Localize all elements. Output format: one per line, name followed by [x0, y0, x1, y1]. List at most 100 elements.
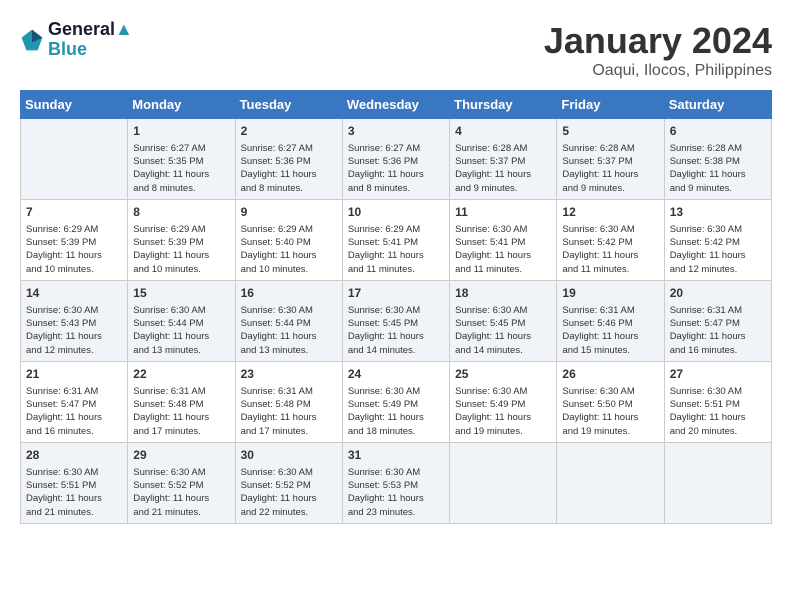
day-info: Sunrise: 6:30 AMSunset: 5:41 PMDaylight:… — [455, 223, 551, 276]
day-info: Sunrise: 6:30 AMSunset: 5:52 PMDaylight:… — [241, 466, 337, 519]
day-info: Sunrise: 6:27 AMSunset: 5:36 PMDaylight:… — [348, 142, 444, 195]
day-number: 2 — [241, 123, 337, 140]
calendar-cell: 18Sunrise: 6:30 AMSunset: 5:45 PMDayligh… — [450, 280, 557, 361]
day-info: Sunrise: 6:28 AMSunset: 5:37 PMDaylight:… — [562, 142, 658, 195]
day-number: 3 — [348, 123, 444, 140]
day-info: Sunrise: 6:29 AMSunset: 5:39 PMDaylight:… — [133, 223, 229, 276]
calendar-cell: 22Sunrise: 6:31 AMSunset: 5:48 PMDayligh… — [128, 361, 235, 442]
calendar-cell — [664, 442, 771, 523]
day-number: 20 — [670, 285, 766, 302]
day-number: 27 — [670, 366, 766, 383]
day-number: 30 — [241, 447, 337, 464]
day-info: Sunrise: 6:30 AMSunset: 5:51 PMDaylight:… — [670, 385, 766, 438]
column-header-saturday: Saturday — [664, 91, 771, 119]
day-number: 24 — [348, 366, 444, 383]
calendar-cell: 25 Sunrise: 6:30 AMSunset: 5:49 PMDayligh… — [450, 361, 557, 442]
calendar-cell: 15Sunrise: 6:30 AMSunset: 5:44 PMDayligh… — [128, 280, 235, 361]
day-info: Sunrise: 6:28 AMSunset: 5:37 PMDaylight:… — [455, 142, 551, 195]
calendar-cell: 7 Sunrise: 6:29 AMSunset: 5:39 PMDaylight… — [21, 199, 128, 280]
day-info: Sunrise: 6:30 AMSunset: 5:50 PMDaylight:… — [562, 385, 658, 438]
calendar-cell: 30 Sunrise: 6:30 AMSunset: 5:52 PMDayligh… — [235, 442, 342, 523]
column-header-wednesday: Wednesday — [342, 91, 449, 119]
day-number: 25 — [455, 366, 551, 383]
day-info: Sunrise: 6:31 AMSunset: 5:48 PMDaylight:… — [133, 385, 229, 438]
day-number: 18 — [455, 285, 551, 302]
day-info: Sunrise: 6:30 AMSunset: 5:49 PMDaylight:… — [455, 385, 551, 438]
calendar-cell: 11 Sunrise: 6:30 AMSunset: 5:41 PMDayligh… — [450, 199, 557, 280]
day-info: Sunrise: 6:30 AMSunset: 5:42 PMDaylight:… — [562, 223, 658, 276]
day-number: 4 — [455, 123, 551, 140]
calendar-cell: 13 Sunrise: 6:30 AMSunset: 5:42 PMDayligh… — [664, 199, 771, 280]
calendar-cell: 14 Sunrise: 6:30 AMSunset: 5:43 PMDayligh… — [21, 280, 128, 361]
calendar-table: SundayMondayTuesdayWednesdayThursdayFrid… — [20, 90, 772, 524]
day-number: 7 — [26, 204, 122, 221]
calendar-cell: 17Sunrise: 6:30 AMSunset: 5:45 PMDayligh… — [342, 280, 449, 361]
calendar-cell: 24 Sunrise: 6:30 AMSunset: 5:49 PMDayligh… — [342, 361, 449, 442]
day-info: Sunrise: 6:30 AMSunset: 5:45 PMDaylight:… — [348, 304, 444, 357]
day-number: 12 — [562, 204, 658, 221]
day-info: Sunrise: 6:30 AMSunset: 5:52 PMDaylight:… — [133, 466, 229, 519]
day-info: Sunrise: 6:30 AMSunset: 5:53 PMDaylight:… — [348, 466, 444, 519]
day-number: 11 — [455, 204, 551, 221]
day-info: Sunrise: 6:29 AMSunset: 5:39 PMDaylight:… — [26, 223, 122, 276]
calendar-cell: 9 Sunrise: 6:29 AMSunset: 5:40 PMDaylight… — [235, 199, 342, 280]
calendar-cell: 29 Sunrise: 6:30 AMSunset: 5:52 PMDayligh… — [128, 442, 235, 523]
day-number: 1 — [133, 123, 229, 140]
day-number: 8 — [133, 204, 229, 221]
column-header-thursday: Thursday — [450, 91, 557, 119]
calendar-cell: 12 Sunrise: 6:30 AMSunset: 5:42 PMDayligh… — [557, 199, 664, 280]
calendar-cell — [21, 119, 128, 200]
day-number: 23 — [241, 366, 337, 383]
calendar-cell: 31 Sunrise: 6:30 AMSunset: 5:53 PMDayligh… — [342, 442, 449, 523]
day-number: 29 — [133, 447, 229, 464]
calendar-cell — [557, 442, 664, 523]
calendar-week-2: 7 Sunrise: 6:29 AMSunset: 5:39 PMDaylight… — [21, 199, 772, 280]
day-number: 15 — [133, 285, 229, 302]
day-info: Sunrise: 6:31 AMSunset: 5:46 PMDaylight:… — [562, 304, 658, 357]
calendar-cell — [450, 442, 557, 523]
calendar-cell: 26 Sunrise: 6:30 AMSunset: 5:50 PMDayligh… — [557, 361, 664, 442]
day-info: Sunrise: 6:27 AMSunset: 5:35 PMDaylight:… — [133, 142, 229, 195]
location: Oaqui, Ilocos, Philippines — [544, 62, 772, 80]
day-info: Sunrise: 6:29 AMSunset: 5:41 PMDaylight:… — [348, 223, 444, 276]
calendar-cell: 3 Sunrise: 6:27 AMSunset: 5:36 PMDaylight… — [342, 119, 449, 200]
day-info: Sunrise: 6:30 AMSunset: 5:44 PMDaylight:… — [241, 304, 337, 357]
day-number: 31 — [348, 447, 444, 464]
day-info: Sunrise: 6:31 AMSunset: 5:48 PMDaylight:… — [241, 385, 337, 438]
calendar-cell: 4 Sunrise: 6:28 AMSunset: 5:37 PMDaylight… — [450, 119, 557, 200]
day-info: Sunrise: 6:28 AMSunset: 5:38 PMDaylight:… — [670, 142, 766, 195]
day-number: 14 — [26, 285, 122, 302]
calendar-cell: 16 Sunrise: 6:30 AMSunset: 5:44 PMDayligh… — [235, 280, 342, 361]
calendar-cell: 5Sunrise: 6:28 AMSunset: 5:37 PMDaylight… — [557, 119, 664, 200]
day-info: Sunrise: 6:30 AMSunset: 5:49 PMDaylight:… — [348, 385, 444, 438]
logo-icon — [20, 28, 44, 52]
day-info: Sunrise: 6:30 AMSunset: 5:51 PMDaylight:… — [26, 466, 122, 519]
day-info: Sunrise: 6:30 AMSunset: 5:43 PMDaylight:… — [26, 304, 122, 357]
day-number: 28 — [26, 447, 122, 464]
calendar-week-1: 1 Sunrise: 6:27 AMSunset: 5:35 PMDaylight… — [21, 119, 772, 200]
day-info: Sunrise: 6:29 AMSunset: 5:40 PMDaylight:… — [241, 223, 337, 276]
calendar-cell: 28 Sunrise: 6:30 AMSunset: 5:51 PMDayligh… — [21, 442, 128, 523]
calendar-header-row: SundayMondayTuesdayWednesdayThursdayFrid… — [21, 91, 772, 119]
day-number: 9 — [241, 204, 337, 221]
calendar-week-3: 14 Sunrise: 6:30 AMSunset: 5:43 PMDayligh… — [21, 280, 772, 361]
column-header-sunday: Sunday — [21, 91, 128, 119]
calendar-cell: 8 Sunrise: 6:29 AMSunset: 5:39 PMDaylight… — [128, 199, 235, 280]
calendar-cell: 27 Sunrise: 6:30 AMSunset: 5:51 PMDayligh… — [664, 361, 771, 442]
day-info: Sunrise: 6:31 AMSunset: 5:47 PMDaylight:… — [26, 385, 122, 438]
calendar-cell: 6 Sunrise: 6:28 AMSunset: 5:38 PMDaylight… — [664, 119, 771, 200]
day-info: Sunrise: 6:30 AMSunset: 5:42 PMDaylight:… — [670, 223, 766, 276]
page-header: General▲ Blue January 2024 Oaqui, Ilocos… — [20, 20, 772, 80]
day-number: 26 — [562, 366, 658, 383]
day-number: 16 — [241, 285, 337, 302]
title-block: January 2024 Oaqui, Ilocos, Philippines — [544, 20, 772, 80]
day-number: 6 — [670, 123, 766, 140]
calendar-cell: 21Sunrise: 6:31 AMSunset: 5:47 PMDayligh… — [21, 361, 128, 442]
calendar-cell: 19Sunrise: 6:31 AMSunset: 5:46 PMDayligh… — [557, 280, 664, 361]
day-number: 10 — [348, 204, 444, 221]
calendar-week-4: 21Sunrise: 6:31 AMSunset: 5:47 PMDayligh… — [21, 361, 772, 442]
day-number: 13 — [670, 204, 766, 221]
column-header-friday: Friday — [557, 91, 664, 119]
calendar-cell: 1 Sunrise: 6:27 AMSunset: 5:35 PMDaylight… — [128, 119, 235, 200]
day-info: Sunrise: 6:31 AMSunset: 5:47 PMDaylight:… — [670, 304, 766, 357]
